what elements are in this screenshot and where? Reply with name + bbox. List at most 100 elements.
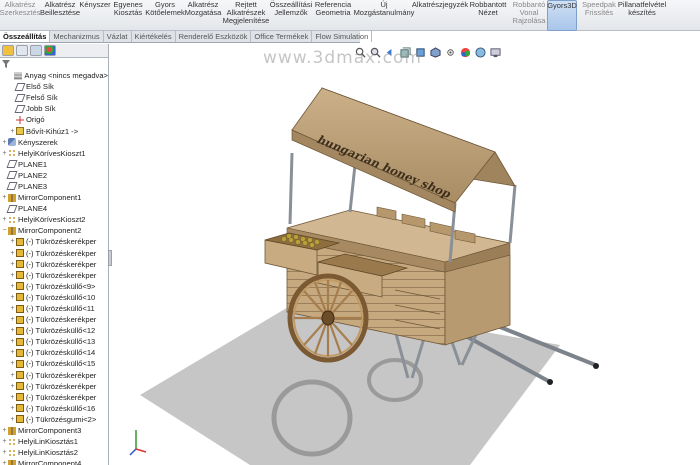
tab-mechanizmus[interactable]: Mechanizmus: [50, 31, 104, 42]
tree-item[interactable]: + (-) Tükrözésküllő<12: [0, 325, 108, 336]
apply-scene-icon[interactable]: [475, 46, 486, 58]
tree-item[interactable]: + MirrorComponent4: [0, 458, 108, 465]
tree-item[interactable]: + (-) Tükrözéskerékper: [0, 314, 108, 325]
configuration-manager-tab-icon[interactable]: [30, 45, 42, 56]
expand-icon[interactable]: +: [1, 214, 8, 225]
ribbon-button-14[interactable]: Gyors3D: [547, 0, 577, 31]
ribbon-button-11[interactable]: Alkatrészjegyzék: [412, 0, 468, 31]
tree-item[interactable]: Jobb Sík: [0, 103, 108, 114]
tree-item[interactable]: PLANE3: [0, 181, 108, 192]
expand-icon[interactable]: +: [9, 259, 16, 270]
tree-item[interactable]: + HelyiLinKiosztás1: [0, 436, 108, 447]
tree-item[interactable]: + HelyiLinKiosztás2: [0, 447, 108, 458]
feature-tree: Anyag <nincs megadva> Első Sík Felső Sík Jo…: [0, 70, 108, 465]
tree-item[interactable]: + MirrorComponent1: [0, 192, 108, 203]
expand-icon[interactable]: +: [9, 314, 16, 325]
tree-item[interactable]: + (-) Tükrözésküllő<16: [0, 403, 108, 414]
feature-manager-tab-icon[interactable]: [2, 45, 14, 56]
tab-ki-rt-kel-s[interactable]: Kiértékelés: [132, 31, 176, 42]
ribbon-button-2[interactable]: Alkatrész Beillesztése: [40, 0, 80, 31]
ribbon-button-7[interactable]: Rejtett Alkatrészek Megjelenítése: [222, 0, 270, 31]
expand-icon[interactable]: +: [9, 336, 16, 347]
expand-icon[interactable]: +: [9, 236, 16, 247]
tree-item[interactable]: Felső Sík: [0, 92, 108, 103]
display-style-icon[interactable]: [430, 46, 441, 58]
tree-item[interactable]: + (-) Tükrözésküllő<13: [0, 336, 108, 347]
tab-renderel-eszk-z-k[interactable]: Renderelő Eszközök: [176, 31, 252, 42]
tree-item[interactable]: PLANE2: [0, 170, 108, 181]
tree-item[interactable]: + (-) Tükrözéskerékper: [0, 370, 108, 381]
tree-item[interactable]: + (-) Tükrözéskerékper: [0, 259, 108, 270]
ribbon-button-13[interactable]: Robbantó Vonal Rajzolása: [510, 0, 548, 31]
expand-icon[interactable]: +: [9, 281, 16, 292]
tree-item[interactable]: + Bővít-Kihúz1 ->: [0, 125, 108, 136]
property-manager-tab-icon[interactable]: [16, 45, 28, 56]
ribbon-button-6[interactable]: Alkatrész Mozgatása: [185, 0, 222, 31]
expand-icon[interactable]: +: [9, 248, 16, 259]
tree-item[interactable]: + (-) Tükrözésküllő<14: [0, 347, 108, 358]
ribbon-button-4[interactable]: Egyenes Kiosztás: [111, 0, 145, 31]
tree-item[interactable]: Origó: [0, 114, 108, 125]
graphics-area[interactable]: hungarian honey shop: [112, 60, 700, 465]
expand-icon[interactable]: +: [9, 414, 16, 425]
expand-icon[interactable]: +: [1, 137, 8, 148]
collapse-icon[interactable]: −: [1, 225, 8, 236]
tab-flow-simulation[interactable]: Flow Simulation: [312, 31, 373, 42]
tab-v-zlat[interactable]: Vázlat: [104, 31, 132, 42]
expand-icon[interactable]: +: [9, 325, 16, 336]
ribbon-button-1[interactable]: Alkatrész Szerkesztés: [0, 0, 40, 31]
view-settings-icon[interactable]: [490, 47, 501, 58]
tab-office-term-kek[interactable]: Office Termékek: [251, 31, 313, 42]
tree-item[interactable]: + (-) Tükrözéskerékper: [0, 381, 108, 392]
ribbon-button-9[interactable]: Referencia Geometria: [312, 0, 354, 31]
expand-icon[interactable]: +: [9, 347, 16, 358]
expand-icon[interactable]: +: [9, 381, 16, 392]
tree-item[interactable]: + (-) Tükrözésgumi<2>: [0, 414, 108, 425]
expand-icon[interactable]: +: [9, 270, 16, 281]
expand-icon[interactable]: +: [9, 358, 16, 369]
expand-icon[interactable]: +: [9, 303, 16, 314]
ribbon-button-12[interactable]: Robbantott Nézet: [467, 0, 509, 31]
tree-item[interactable]: + (-) Tükrözéskerékper: [0, 248, 108, 259]
ribbon-button-5[interactable]: Gyors Kötőelemek: [145, 0, 185, 31]
expand-icon[interactable]: +: [1, 192, 8, 203]
expand-icon[interactable]: +: [9, 370, 16, 381]
expand-icon[interactable]: +: [1, 436, 8, 447]
tab--ssze-ll-t-s[interactable]: Összeállítás: [0, 31, 51, 42]
tree-item[interactable]: + (-) Tükrözéskerékper: [0, 270, 108, 281]
tree-item[interactable]: + (-) Tükrözésküllő<11: [0, 303, 108, 314]
expand-icon[interactable]: +: [1, 447, 8, 458]
tree-item[interactable]: + (-) Tükrözésküllő<10: [0, 292, 108, 303]
tree-item[interactable]: Első Sík: [0, 81, 108, 92]
tree-item[interactable]: + MirrorComponent3: [0, 425, 108, 436]
display-manager-tab-icon[interactable]: [44, 45, 56, 56]
ribbon-button-15[interactable]: Speedpak Frissítés: [578, 0, 620, 31]
expand-icon[interactable]: +: [1, 425, 8, 436]
edit-appearance-icon[interactable]: [460, 47, 471, 58]
filter-icon[interactable]: [2, 60, 10, 68]
tree-item[interactable]: + HelyiKörívesKioszt1: [0, 148, 108, 159]
tree-item[interactable]: + HelyiKörívesKioszt2: [0, 214, 108, 225]
tree-item[interactable]: + (-) Tükrözésküllő<15: [0, 358, 108, 369]
ribbon-button-8[interactable]: Összeállítási Jellemzők: [270, 0, 313, 31]
part-icon: [16, 260, 24, 269]
tree-item[interactable]: Anyag <nincs megadva>: [0, 70, 108, 81]
expand-icon[interactable]: +: [9, 292, 16, 303]
part-icon: [16, 282, 24, 291]
tree-item[interactable]: PLANE4: [0, 203, 108, 214]
tree-item[interactable]: + Kényszerek: [0, 137, 108, 148]
expand-icon[interactable]: +: [9, 403, 16, 414]
hide-show-items-icon[interactable]: [445, 47, 456, 58]
expand-icon[interactable]: +: [1, 148, 8, 159]
ribbon-button-16[interactable]: Pillanatfelvétel készítés: [615, 0, 669, 31]
ribbon-button-10[interactable]: Új Mozgástanulmány: [354, 0, 415, 31]
tree-item[interactable]: + (-) Tükrözéskerékper: [0, 236, 108, 247]
tree-item[interactable]: − MirrorComponent2: [0, 225, 108, 236]
tree-item[interactable]: PLANE1: [0, 159, 108, 170]
tree-item[interactable]: + (-) Tükrözéskerékper: [0, 392, 108, 403]
ribbon-button-3[interactable]: Kényszer: [79, 0, 110, 31]
expand-icon[interactable]: +: [9, 126, 16, 137]
expand-icon[interactable]: +: [1, 458, 8, 465]
expand-icon[interactable]: +: [9, 392, 16, 403]
tree-item[interactable]: + (-) Tükrözésküllő<9>: [0, 281, 108, 292]
